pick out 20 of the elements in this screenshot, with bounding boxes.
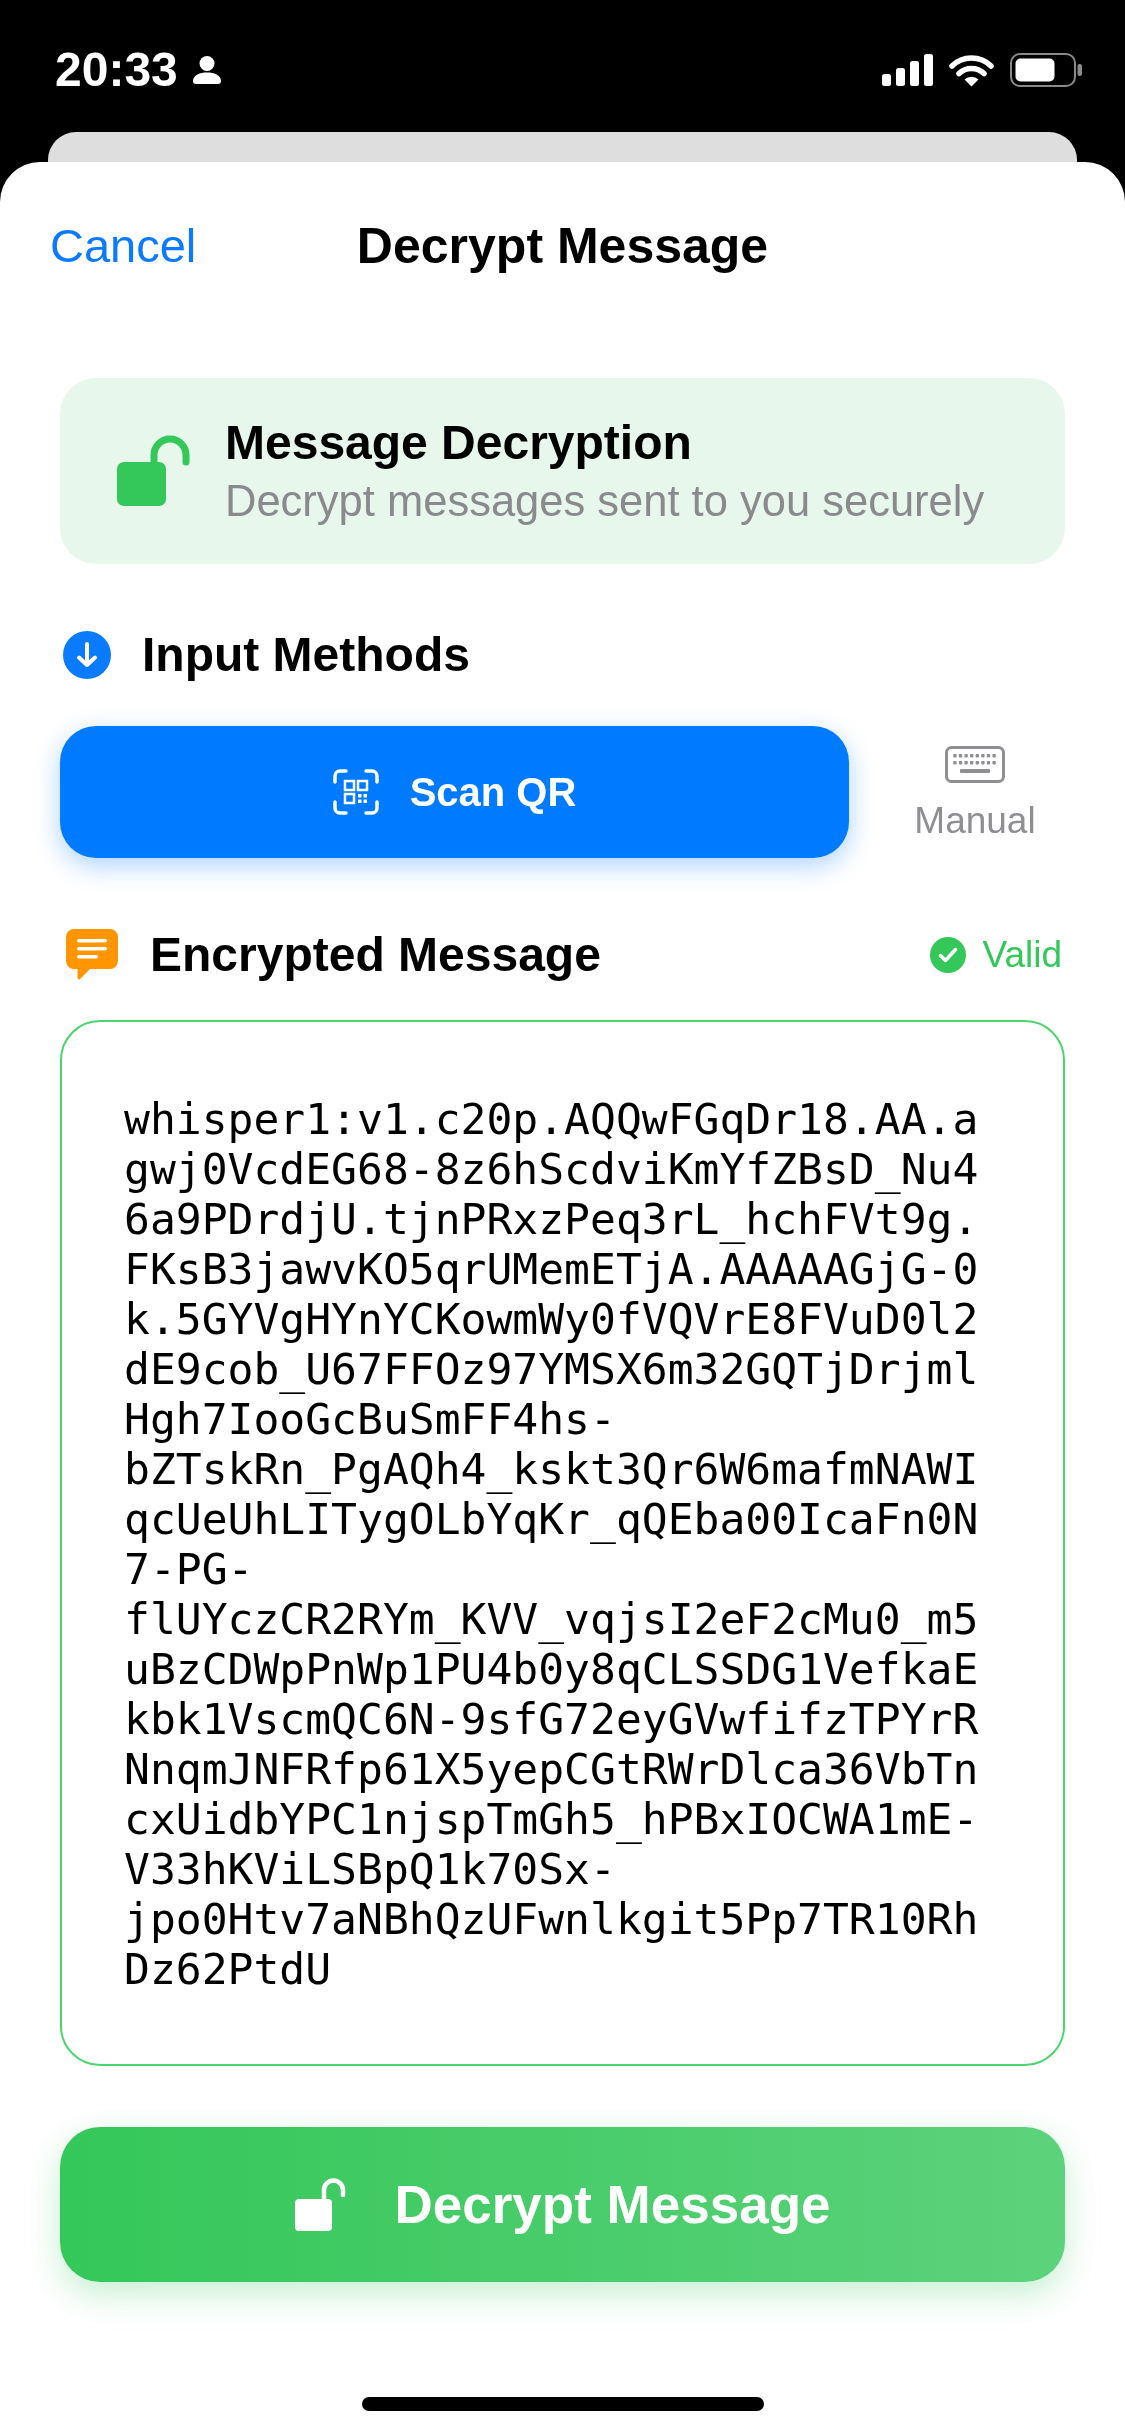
qr-code-icon	[332, 769, 379, 815]
encrypted-message-field[interactable]: whisper1:v1.c20p.AQQwFGqDr18.AA.agwj0VcdEG68-8z6hScdviKmYfZBsD_Nu46a9PDrdjU.tjnPRxzPeq3rL_hchFVt9g.FKsB3jawvKO5qrUMemETjA.AAAAAGjG-0k.5GYVgHYnYCKowmWy0fVQVrE8FVuD0l2dE9cob_U67FFOz97YMSX6m32GQTjDrjmlHgh7IooGcBuSmFF4hs-bZTskRn_PgAQh4_kskt3Qr6W6mafmNAWIqcUeUhLITygOLbYqKr_qQEba00IcaFn0N7-PG-flUYczCR2RYm_KVV_vqjsI2eF2cMu0_m5uBzCDWpPnWp1PU4b0y8qCLSSDG1VefkaEkbk1VscmQC6N-9sfG72eyGVwfifzTPYrRNnqmJNFRfp61X5yepCGtRWrDlca36VbTncxUidbYPC1njspTmGh5_hPBxIOCWA1mE-V33hKViLSBpQ1k70Sx-jpo0Htv7aNBhQzUFwnlkgit5Pp7TR10RhDz62PtdU	[60, 1020, 1065, 2066]
info-card-title: Message Decryption	[225, 416, 693, 470]
battery-icon	[1010, 53, 1082, 87]
chat-bubble-icon	[66, 929, 118, 981]
input-method-button[interactable]: Manual	[849, 726, 1065, 858]
section-title: Input Methods	[142, 627, 470, 683]
input-method-button[interactable]: Scan QR	[60, 726, 849, 858]
section-title: Encrypted Message	[150, 927, 601, 983]
info-card-subtitle: Decrypt messages sent to you securely	[225, 476, 985, 526]
validity-label: Valid	[982, 933, 1062, 977]
status-time: 20:33	[55, 42, 178, 98]
open-padlock-icon	[117, 435, 190, 507]
keyboard-icon	[945, 746, 1005, 783]
person-icon	[191, 56, 222, 84]
signal-icon	[882, 54, 933, 86]
decrypt-button[interactable]: Decrypt Message	[60, 2127, 1065, 2282]
wifi-icon	[949, 53, 994, 87]
sheet-title: Decrypt Message	[356, 217, 769, 275]
cancel-button[interactable]: Cancel	[50, 218, 197, 274]
